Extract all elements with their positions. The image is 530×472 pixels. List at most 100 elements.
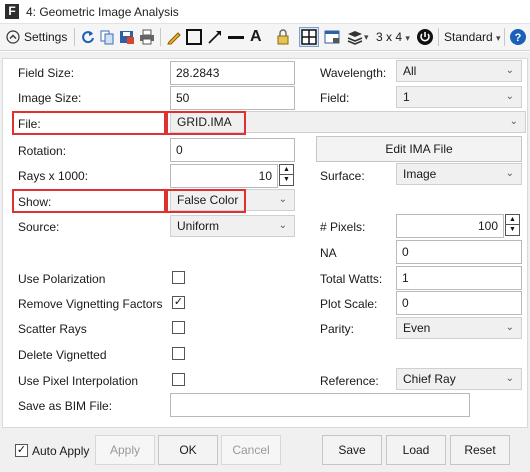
surface-dropdown[interactable]: Image ⌄ bbox=[396, 163, 522, 185]
chevron-down-icon: ⌄ bbox=[505, 65, 514, 76]
toolbar-separator bbox=[504, 28, 505, 46]
ok-button[interactable]: OK bbox=[158, 435, 218, 465]
toolbar: Settings A ▾ 3 x 4 ▾ Standard ▾ ? bbox=[0, 24, 530, 51]
text-icon[interactable]: A bbox=[250, 27, 262, 47]
cancel-button[interactable]: Cancel bbox=[221, 435, 281, 465]
help-icon[interactable]: ? bbox=[509, 28, 527, 46]
field-label: Field: bbox=[320, 91, 350, 105]
rays-input[interactable]: 10 bbox=[170, 164, 278, 188]
show-value-highlight bbox=[166, 189, 246, 213]
use-polarization-label: Use Polarization bbox=[18, 272, 106, 286]
image-size-input[interactable]: 50 bbox=[170, 86, 295, 110]
scatter-rays-checkbox[interactable] bbox=[172, 321, 185, 334]
copy-icon[interactable] bbox=[98, 28, 116, 46]
pixel-interpolation-checkbox[interactable] bbox=[172, 373, 185, 386]
chevron-down-icon: ⌄ bbox=[505, 322, 514, 333]
remove-vignetting-label: Remove Vignetting Factors bbox=[18, 297, 163, 311]
spin-up-icon[interactable]: ▲ bbox=[280, 165, 293, 175]
parity-value: Even bbox=[403, 321, 431, 335]
app-icon: F bbox=[5, 4, 19, 19]
show-label-highlight bbox=[12, 189, 166, 213]
spin-down-icon[interactable]: ▼ bbox=[506, 225, 519, 235]
chevron-down-icon: ⌄ bbox=[505, 91, 514, 102]
grid-layout-icon[interactable] bbox=[299, 27, 319, 47]
pixel-interpolation-label: Use Pixel Interpolation bbox=[18, 374, 139, 388]
reference-label: Reference: bbox=[320, 374, 379, 388]
scatter-rays-label: Scatter Rays bbox=[18, 322, 87, 336]
load-button[interactable]: Load bbox=[386, 435, 446, 465]
surface-label: Surface: bbox=[320, 169, 365, 183]
source-dropdown[interactable]: Uniform ⌄ bbox=[170, 215, 295, 237]
rays-label: Rays x 1000: bbox=[18, 169, 89, 183]
chevron-down-icon: ⌄ bbox=[278, 194, 287, 205]
source-value: Uniform bbox=[177, 219, 220, 233]
field-dropdown[interactable]: 1 ⌄ bbox=[396, 86, 522, 108]
power-icon[interactable] bbox=[416, 28, 434, 46]
save-button[interactable]: Save bbox=[322, 435, 382, 465]
layout-dropdown[interactable]: 3 x 4 ▾ bbox=[376, 27, 410, 47]
image-size-label: Image Size: bbox=[18, 91, 82, 105]
layers-icon[interactable] bbox=[346, 28, 364, 46]
auto-apply-checkbox[interactable]: ✓ bbox=[15, 444, 28, 457]
chevron-down-icon: ⌄ bbox=[505, 373, 514, 384]
auto-apply-label: Auto Apply bbox=[32, 444, 90, 458]
total-watts-label: Total Watts: bbox=[320, 272, 383, 286]
settings-label: Settings bbox=[24, 30, 68, 44]
file-label-highlight bbox=[12, 111, 166, 135]
source-label: Source: bbox=[18, 220, 60, 234]
field-value: 1 bbox=[403, 90, 410, 104]
chevron-down-icon: ▾ bbox=[496, 33, 501, 43]
reset-button[interactable]: Reset bbox=[450, 435, 510, 465]
field-size-input[interactable]: 28.2843 bbox=[170, 61, 295, 85]
pixels-spinner[interactable]: ▲ ▼ bbox=[505, 214, 520, 236]
refresh-icon[interactable] bbox=[79, 28, 97, 46]
collapse-up-icon bbox=[6, 30, 20, 44]
layers-dropdown-arrow[interactable]: ▾ bbox=[364, 27, 369, 47]
delete-vignetted-checkbox[interactable] bbox=[172, 347, 185, 360]
rotation-input[interactable]: 0 bbox=[170, 138, 295, 162]
edit-ima-file-button[interactable]: Edit IMA File bbox=[316, 136, 522, 162]
plot-scale-input[interactable]: 0 bbox=[396, 291, 522, 315]
spin-up-icon[interactable]: ▲ bbox=[506, 215, 519, 225]
reference-dropdown[interactable]: Chief Ray ⌄ bbox=[396, 368, 522, 390]
field-size-label: Field Size: bbox=[18, 66, 75, 80]
surface-value: Image bbox=[403, 167, 437, 181]
pencil-icon[interactable] bbox=[165, 28, 183, 46]
wavelength-dropdown[interactable]: All ⌄ bbox=[396, 60, 522, 82]
remove-vignetting-checkbox[interactable]: ✓ bbox=[172, 296, 185, 309]
total-watts-input[interactable]: 1 bbox=[396, 266, 522, 290]
na-label: NA bbox=[320, 246, 337, 260]
rectangle-icon[interactable] bbox=[185, 28, 203, 46]
lock-icon[interactable] bbox=[274, 28, 292, 46]
print-icon[interactable] bbox=[138, 28, 156, 46]
standard-label: Standard bbox=[444, 30, 493, 44]
arrow-icon[interactable] bbox=[206, 28, 224, 46]
plot-scale-label: Plot Scale: bbox=[320, 297, 378, 311]
apply-button[interactable]: Apply bbox=[95, 435, 155, 465]
save-bim-input[interactable] bbox=[170, 393, 470, 417]
wavelength-label: Wavelength: bbox=[320, 66, 387, 80]
toolbar-separator bbox=[160, 28, 161, 46]
spin-down-icon[interactable]: ▼ bbox=[280, 175, 293, 185]
settings-button[interactable]: Settings bbox=[4, 27, 78, 47]
delete-vignetted-label: Delete Vignetted bbox=[18, 348, 107, 362]
pixels-input[interactable]: 100 bbox=[396, 214, 504, 238]
na-input[interactable]: 0 bbox=[396, 240, 522, 264]
use-polarization-checkbox[interactable] bbox=[172, 271, 185, 284]
line-icon[interactable] bbox=[227, 28, 245, 46]
save-image-icon[interactable] bbox=[118, 28, 136, 46]
window-title: 4: Geometric Image Analysis bbox=[26, 5, 179, 19]
parity-dropdown[interactable]: Even ⌄ bbox=[396, 317, 522, 339]
title-bar: F 4: Geometric Image Analysis bbox=[0, 0, 530, 24]
rotation-label: Rotation: bbox=[18, 144, 67, 158]
window-icon[interactable] bbox=[323, 28, 341, 46]
toolbar-separator bbox=[438, 28, 439, 46]
toolbar-separator bbox=[74, 28, 75, 46]
file-value-highlight bbox=[166, 111, 246, 135]
rays-spinner[interactable]: ▲ ▼ bbox=[279, 164, 294, 186]
svg-text:?: ? bbox=[515, 32, 522, 44]
chevron-down-icon: ⌄ bbox=[509, 116, 518, 127]
save-bim-label: Save as BIM File: bbox=[18, 399, 113, 413]
chevron-down-icon: ▾ bbox=[405, 33, 410, 43]
standard-dropdown[interactable]: Standard ▾ bbox=[444, 27, 501, 47]
